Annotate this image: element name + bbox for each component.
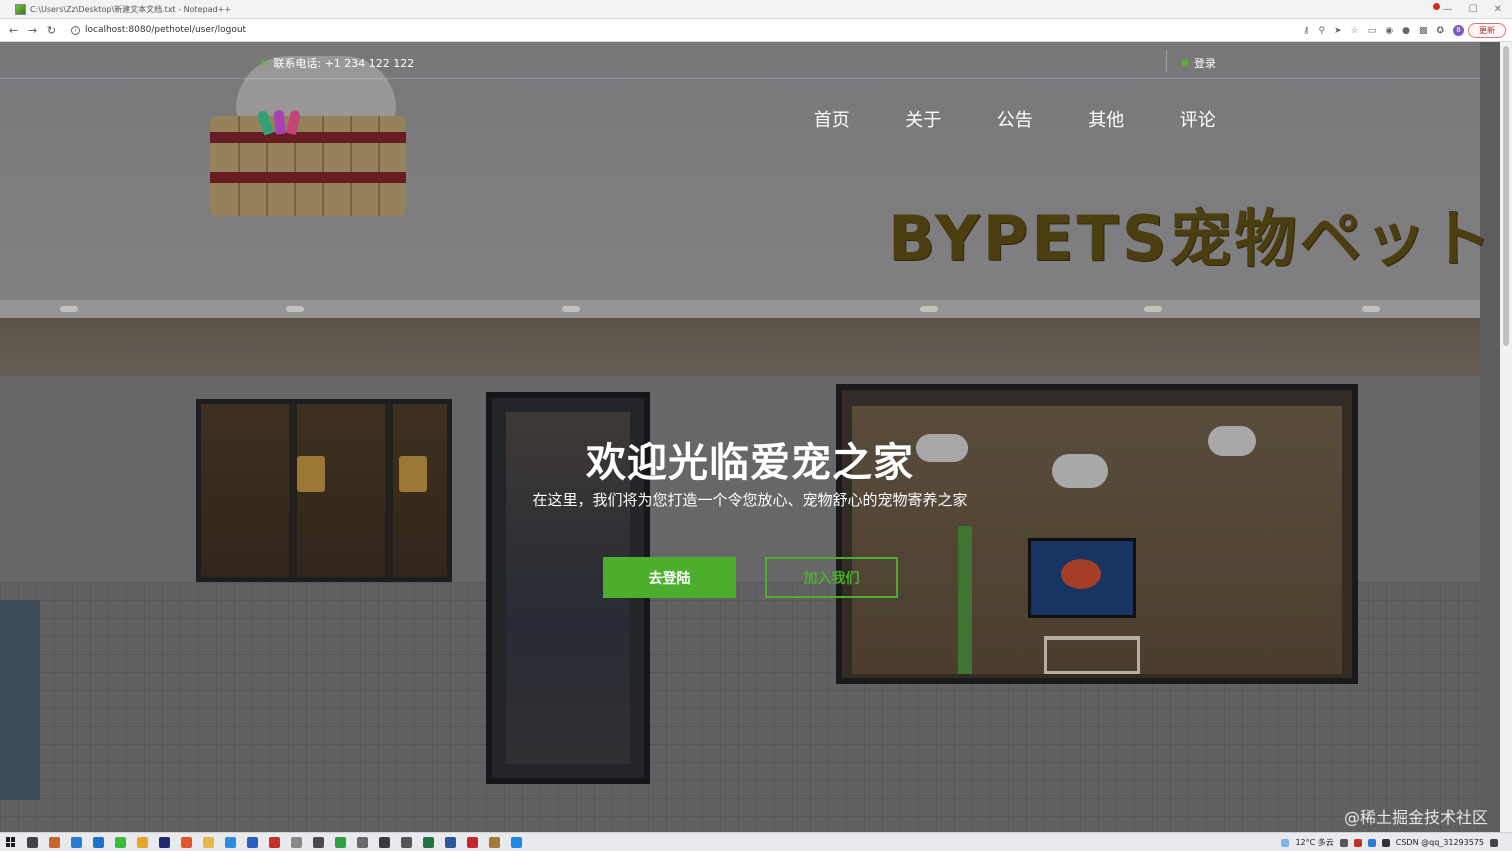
user-icon: ● — [1181, 58, 1189, 68]
join-us-button[interactable]: 加入我们 — [765, 557, 898, 598]
app-icon[interactable] — [269, 836, 280, 848]
minimize-button[interactable]: — — [1443, 4, 1453, 15]
wechat-icon[interactable] — [115, 836, 126, 848]
watermark: @稀土掘金技术社区 — [1343, 808, 1488, 827]
app-icon[interactable] — [71, 836, 82, 848]
excel-icon[interactable] — [423, 836, 434, 848]
image-icon[interactable]: ▩ — [1419, 26, 1428, 36]
nav-home[interactable]: 首页 — [786, 106, 878, 132]
folder-icon[interactable] — [203, 836, 214, 848]
app-icon[interactable] — [291, 836, 302, 848]
notepad-app-icon — [15, 3, 26, 15]
arrow-right-icon[interactable]: → — [23, 24, 42, 37]
page-scrollbar[interactable] — [1500, 42, 1512, 832]
update-button[interactable]: 更新 — [1468, 23, 1506, 38]
page-viewport: BYPETS宠物ペット ✆ 联系电话: +1 234 122 122 ● 登录 … — [0, 42, 1512, 832]
app-icon[interactable] — [49, 836, 60, 848]
zoom-icon[interactable]: ⚲ — [1318, 26, 1325, 36]
volume-icon[interactable] — [1381, 838, 1390, 847]
app-icon[interactable] — [247, 836, 258, 848]
phone-icon: ✆ — [259, 57, 268, 69]
notification-center-icon[interactable] — [1490, 838, 1498, 847]
chrome-icon[interactable] — [137, 836, 148, 848]
key-icon[interactable]: ⚷ — [1303, 26, 1310, 36]
go-login-button[interactable]: 去登陆 — [603, 557, 736, 598]
app-icon[interactable] — [357, 836, 368, 848]
tray-icon[interactable] — [1367, 838, 1376, 847]
search-icon[interactable] — [27, 836, 38, 848]
window-titlebar: C:\Users\Zz\Desktop\新建文本文档.txt - Notepad… — [0, 0, 1512, 19]
word-icon[interactable] — [445, 836, 456, 848]
profile-avatar[interactable]: 8 — [1453, 25, 1464, 36]
tray-icon[interactable] — [1339, 838, 1348, 847]
reload-icon[interactable]: ↻ — [42, 24, 61, 37]
system-tray: 12°C 多云 CSDN @qq_31293575 — [1281, 833, 1498, 851]
os-taskbar: 12°C 多云 CSDN @qq_31293575 — [0, 832, 1512, 851]
tray-icon[interactable] — [1353, 838, 1362, 847]
close-button[interactable]: ✕ — [1494, 4, 1502, 15]
main-nav: 首页 关于 公告 其他 评论 — [786, 106, 1244, 132]
app-icon[interactable] — [93, 836, 104, 848]
weather-label[interactable]: 12°C 多云 — [1295, 837, 1333, 848]
windows-start-icon[interactable] — [6, 837, 16, 847]
weather-icon — [1281, 838, 1290, 847]
tray-text: CSDN @qq_31293575 — [1395, 838, 1484, 847]
maximize-button[interactable]: ☐ — [1469, 4, 1478, 15]
info-icon[interactable]: i — [71, 25, 80, 35]
app-icon[interactable] — [379, 836, 390, 848]
site-topbar: ✆ 联系电话: +1 234 122 122 ● 登录 — [0, 42, 1480, 79]
phone-label: 联系电话: +1 234 122 122 — [273, 57, 415, 70]
topbar-divider — [1166, 50, 1167, 72]
nav-announcements[interactable]: 公告 — [969, 106, 1061, 132]
translate-icon[interactable]: ● — [1402, 26, 1410, 36]
nav-about[interactable]: 关于 — [878, 106, 970, 132]
contact-phone: ✆ 联系电话: +1 234 122 122 — [259, 55, 414, 71]
window-title: C:\Users\Zz\Desktop\新建文本文档.txt - Notepad… — [30, 4, 232, 14]
camera-icon[interactable]: ◉ — [1385, 26, 1393, 36]
edge-icon[interactable] — [511, 836, 522, 848]
arrow-left-icon[interactable]: ← — [4, 24, 23, 37]
cast-icon[interactable]: ▭ — [1368, 26, 1377, 36]
send-icon[interactable]: ➤ — [1334, 26, 1342, 36]
app-icon[interactable] — [335, 836, 346, 848]
login-label[interactable]: 登录 — [1194, 55, 1216, 71]
app-icon[interactable] — [225, 836, 236, 848]
window-controls: — ☐ ✕ — [1443, 0, 1502, 19]
extensions-icon[interactable]: ✪ — [1436, 26, 1444, 36]
toolbar-icons: ⚷ ⚲ ➤ ☆ ▭ ◉ ● ▩ ✪ 8 — [1303, 19, 1464, 42]
app-icon[interactable] — [467, 836, 478, 848]
notification-icon[interactable] — [1433, 3, 1440, 10]
nav-comments[interactable]: 评论 — [1152, 106, 1244, 132]
app-icon[interactable] — [489, 836, 500, 848]
browser-toolbar: ← → ↻ i localhost:8080/pethotel/user/log… — [0, 19, 1512, 42]
app-icon[interactable] — [159, 836, 170, 848]
nav-other[interactable]: 其他 — [1061, 106, 1153, 132]
address-bar[interactable]: localhost:8080/pethotel/user/logout — [85, 25, 246, 35]
scrollbar-thumb[interactable] — [1503, 46, 1509, 346]
app-icon[interactable] — [313, 836, 324, 848]
login-link[interactable]: ● 登录 — [1181, 55, 1216, 71]
app-icon[interactable] — [401, 836, 412, 848]
star-icon[interactable]: ☆ — [1351, 26, 1359, 36]
hero-title: 欢迎光临爱宠之家 — [586, 440, 914, 486]
hero-subtitle: 在这里，我们将为您打造一个令您放心、宠物舒心的宠物寄养之家 — [532, 491, 968, 509]
app-icon[interactable] — [181, 836, 192, 848]
